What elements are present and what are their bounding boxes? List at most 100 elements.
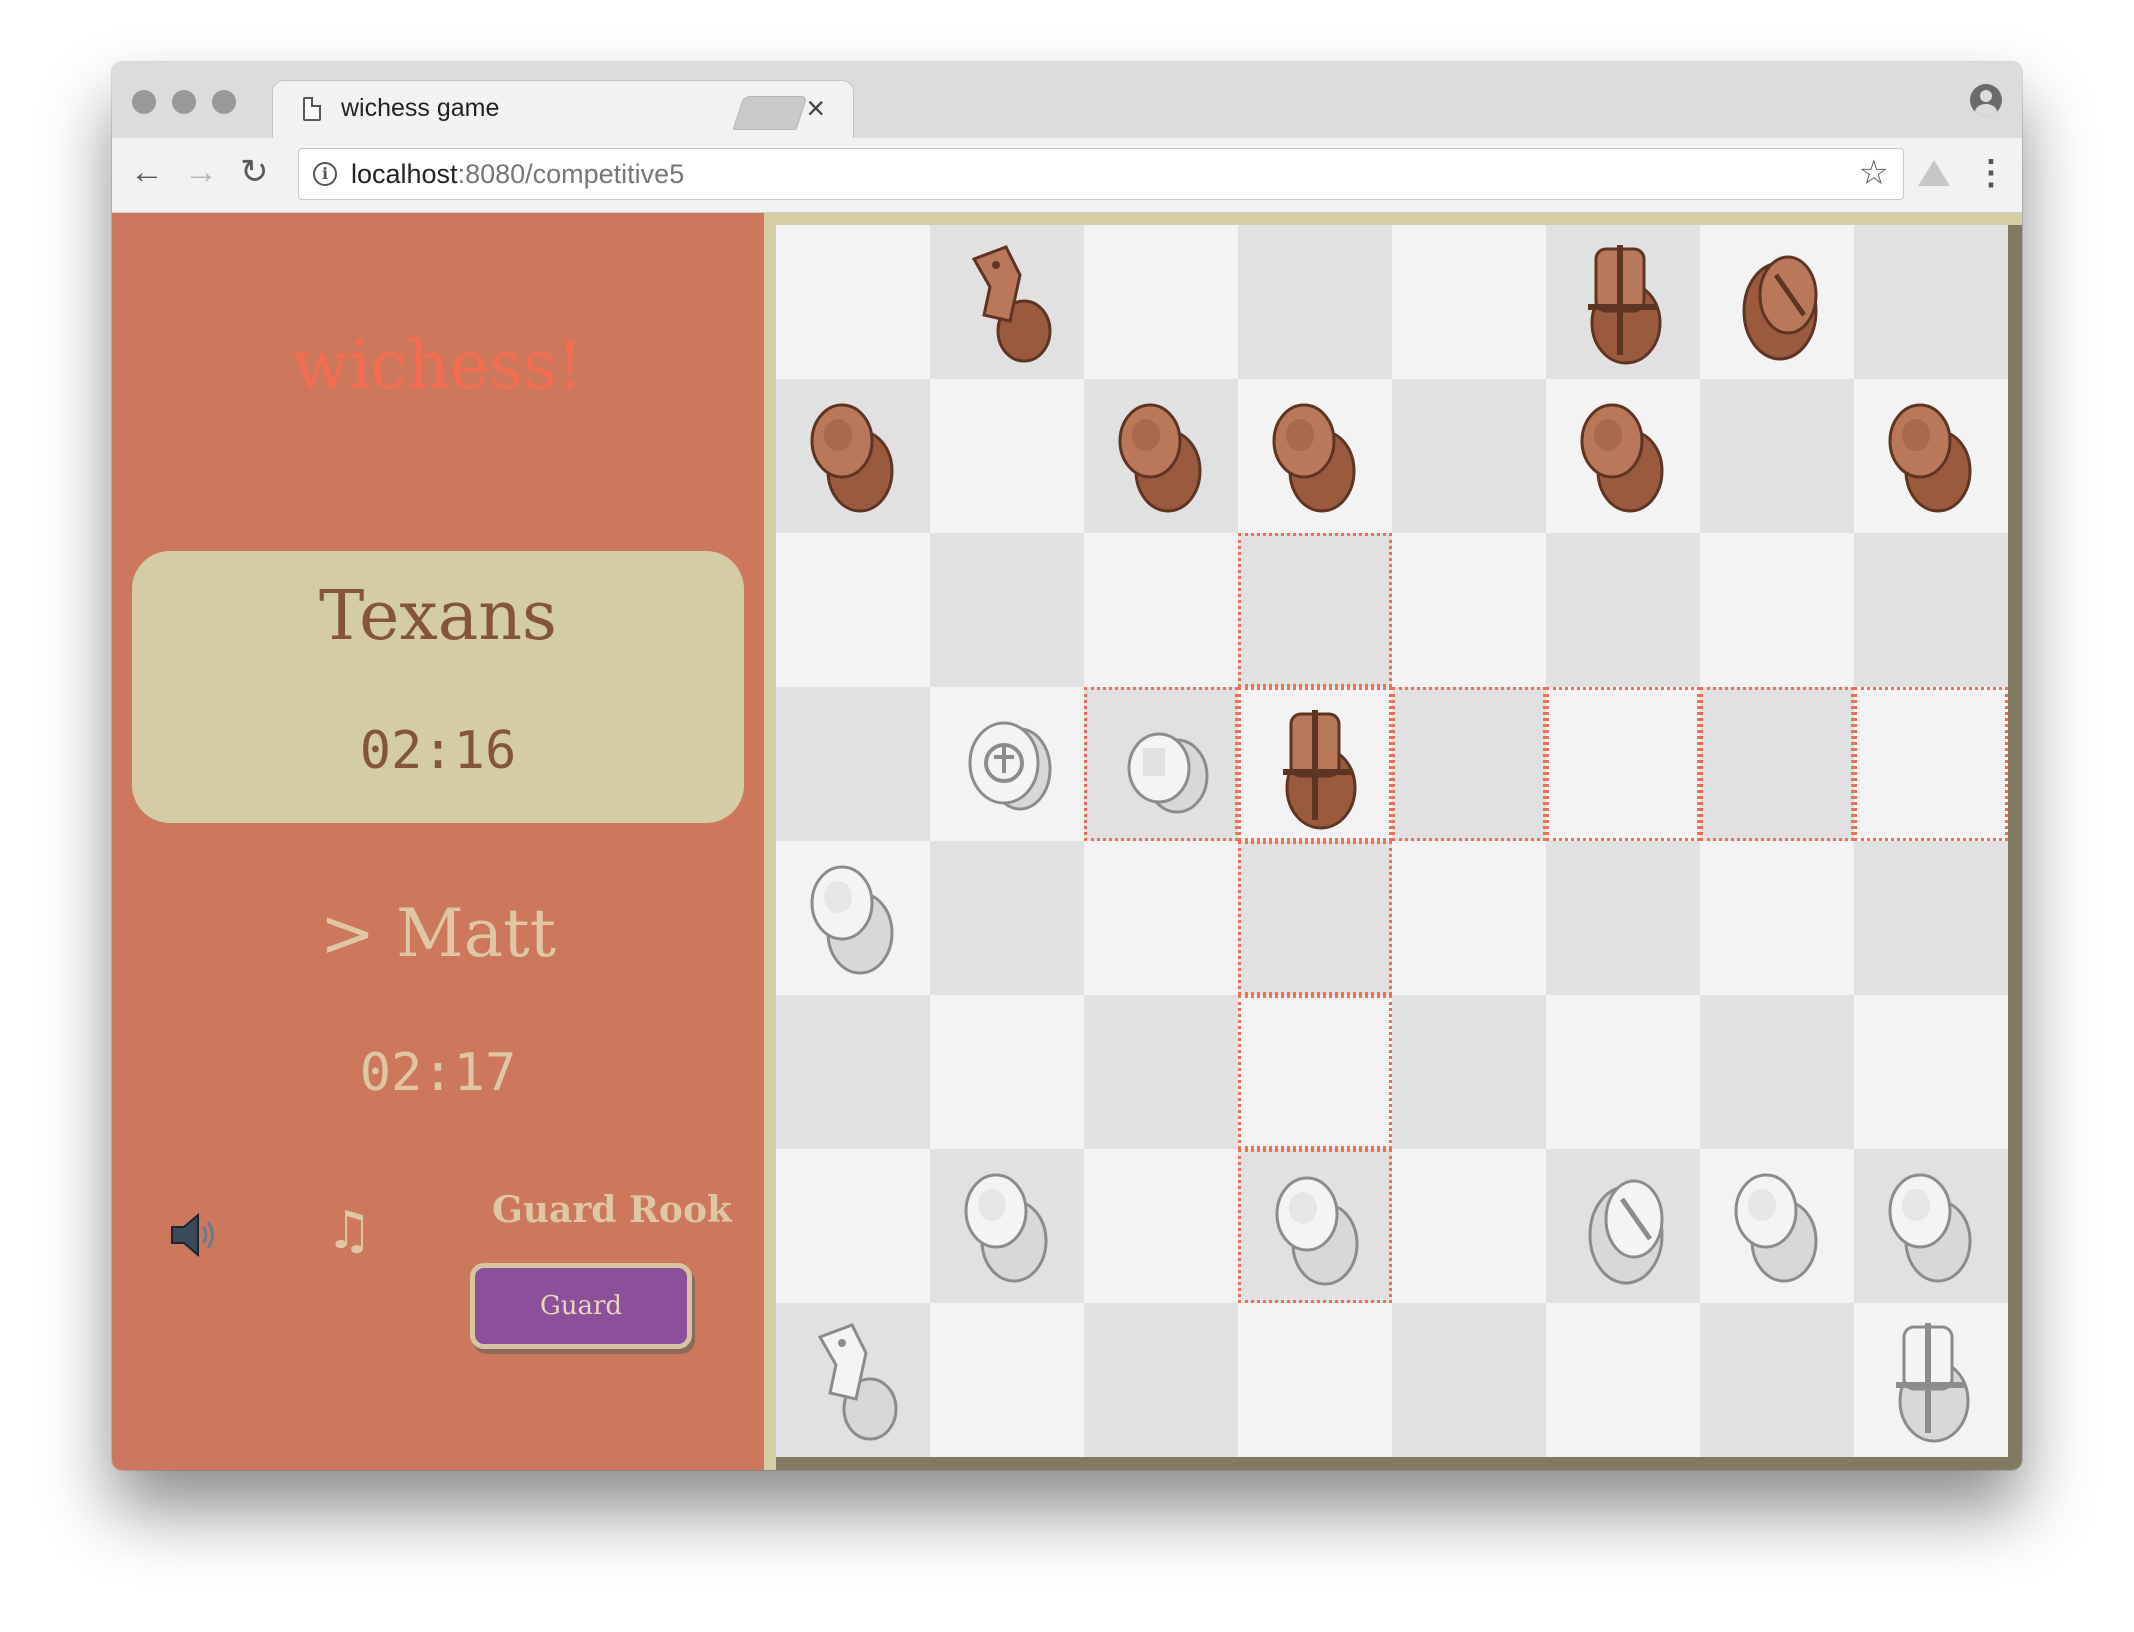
square-f7[interactable] [1546,379,1700,533]
forward-button[interactable]: → [184,152,218,192]
url-text[interactable]: localhost:8080/competitive5 [351,159,684,190]
music-icon[interactable]: ♫ [326,1201,373,1261]
white-pawn-piece[interactable] [1868,1159,1994,1293]
white-knight-piece[interactable] [790,1313,916,1447]
square-b8[interactable] [930,225,1084,379]
square-a3[interactable] [776,995,930,1149]
square-d6[interactable] [1238,533,1392,687]
square-c1[interactable] [1084,1303,1238,1457]
square-c3[interactable] [1084,995,1238,1149]
square-c6[interactable] [1084,533,1238,687]
square-c8[interactable] [1084,225,1238,379]
reload-button[interactable]: ↻ [240,152,269,192]
bookmark-star-icon[interactable]: ☆ [1859,153,1889,193]
square-a4[interactable] [776,841,930,995]
square-e3[interactable] [1392,995,1546,1149]
black-pawn-piece[interactable] [1868,389,1994,523]
square-b1[interactable] [930,1303,1084,1457]
square-a5[interactable] [776,687,930,841]
square-g4[interactable] [1700,841,1854,995]
maximize-window-button[interactable] [212,90,236,114]
square-e7[interactable] [1392,379,1546,533]
square-b3[interactable] [930,995,1084,1149]
square-a8[interactable] [776,225,930,379]
square-f6[interactable] [1546,533,1700,687]
square-a1[interactable] [776,1303,930,1457]
square-f2[interactable] [1546,1149,1700,1303]
square-g8[interactable] [1700,225,1854,379]
white-queen-piece[interactable] [1101,700,1227,834]
square-f5[interactable] [1546,687,1700,841]
black-pawn-piece[interactable] [790,389,916,523]
square-b2[interactable] [930,1149,1084,1303]
black-bishop-piece[interactable] [1714,235,1840,369]
black-knight-piece[interactable] [944,235,1070,369]
square-h3[interactable] [1854,995,2008,1149]
minimize-window-button[interactable] [172,90,196,114]
square-h2[interactable] [1854,1149,2008,1303]
guard-button[interactable]: Guard [470,1263,692,1349]
square-b6[interactable] [930,533,1084,687]
white-pawn-piece[interactable] [1255,1162,1381,1296]
square-d3[interactable] [1238,995,1392,1149]
square-d5[interactable] [1238,687,1392,841]
white-pawn-piece[interactable] [944,1159,1070,1293]
square-e4[interactable] [1392,841,1546,995]
white-rook-piece[interactable] [1868,1313,1994,1447]
square-f4[interactable] [1546,841,1700,995]
square-g1[interactable] [1700,1303,1854,1457]
white-bishop-piece[interactable] [1560,1159,1686,1293]
square-h5[interactable] [1854,687,2008,841]
square-a2[interactable] [776,1149,930,1303]
black-pawn-piece[interactable] [1252,389,1378,523]
black-rook-piece[interactable] [1560,235,1686,369]
square-f3[interactable] [1546,995,1700,1149]
square-d2[interactable] [1238,1149,1392,1303]
square-e2[interactable] [1392,1149,1546,1303]
square-c5[interactable] [1084,687,1238,841]
square-d1[interactable] [1238,1303,1392,1457]
profile-icon[interactable] [1970,84,2002,116]
black-pawn-piece[interactable] [1098,389,1224,523]
back-button[interactable]: ← [130,152,164,192]
square-f8[interactable] [1546,225,1700,379]
square-c7[interactable] [1084,379,1238,533]
white-pawn-piece[interactable] [790,851,916,985]
square-h8[interactable] [1854,225,2008,379]
tab-close-icon[interactable]: × [806,90,825,126]
square-e8[interactable] [1392,225,1546,379]
square-e1[interactable] [1392,1303,1546,1457]
square-f1[interactable] [1546,1303,1700,1457]
square-d7[interactable] [1238,379,1392,533]
black-pawn-piece[interactable] [1560,389,1686,523]
square-a7[interactable] [776,379,930,533]
close-window-button[interactable] [132,90,156,114]
square-h7[interactable] [1854,379,2008,533]
drive-extension-icon[interactable] [1918,160,1950,186]
browser-menu-icon[interactable]: ⋮ [1974,148,2008,198]
square-g6[interactable] [1700,533,1854,687]
square-d8[interactable] [1238,225,1392,379]
square-c2[interactable] [1084,1149,1238,1303]
square-a6[interactable] [776,533,930,687]
speaker-icon[interactable] [170,1213,220,1257]
square-h1[interactable] [1854,1303,2008,1457]
square-d4[interactable] [1238,841,1392,995]
square-e6[interactable] [1392,533,1546,687]
info-icon[interactable]: i [313,162,337,186]
black-rook-piece[interactable] [1255,700,1381,834]
square-c4[interactable] [1084,841,1238,995]
square-e5[interactable] [1392,687,1546,841]
white-pawn-piece[interactable] [1714,1159,1840,1293]
white-king-piece[interactable] [944,697,1070,831]
square-g7[interactable] [1700,379,1854,533]
new-tab-button[interactable] [732,96,808,130]
square-b7[interactable] [930,379,1084,533]
square-g2[interactable] [1700,1149,1854,1303]
square-b4[interactable] [930,841,1084,995]
square-b5[interactable] [930,687,1084,841]
square-g3[interactable] [1700,995,1854,1149]
square-h4[interactable] [1854,841,2008,995]
square-g5[interactable] [1700,687,1854,841]
address-bar[interactable]: i localhost:8080/competitive5 ☆ [298,148,1904,200]
